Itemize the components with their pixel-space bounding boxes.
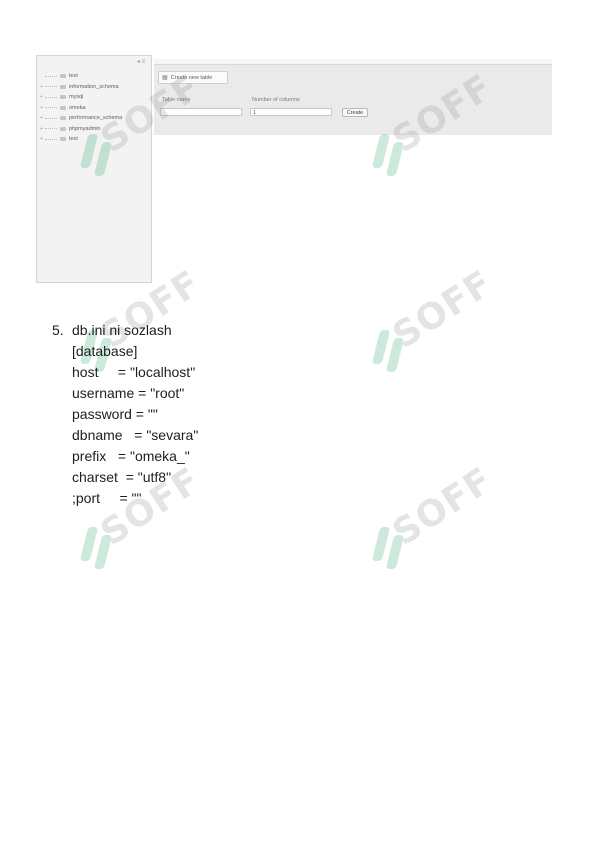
config-line: ;port = "" <box>72 490 142 506</box>
database-item[interactable]: test <box>40 71 122 82</box>
soff-watermark: SOFF <box>79 67 240 182</box>
tree-connector <box>45 107 57 109</box>
database-item[interactable]: + information_schema <box>40 82 122 93</box>
database-name: mysql <box>69 94 84 101</box>
tree-connector <box>45 138 57 140</box>
instruction-step: 5. db.ini ni sozlash [database] host = "l… <box>52 320 198 509</box>
step-number: 5. <box>52 322 64 338</box>
database-icon <box>60 137 66 142</box>
config-line: [database] <box>72 343 138 359</box>
database-icon <box>60 116 66 121</box>
columns-label: Number of columns <box>252 97 300 103</box>
instruction-list: 5. db.ini ni sozlash [database] host = "l… <box>52 320 198 509</box>
config-line: prefix = "omeka_" <box>72 448 190 464</box>
tree-connector <box>45 128 57 130</box>
database-name: test <box>69 73 78 80</box>
database-name: test <box>69 136 78 143</box>
tree-connector <box>45 117 57 119</box>
database-icon <box>60 105 66 110</box>
soff-watermark: SOFF <box>371 67 532 182</box>
top-bar <box>154 59 552 65</box>
database-icon <box>60 126 66 131</box>
create-button[interactable]: Create <box>342 108 368 117</box>
database-icon <box>60 74 66 79</box>
database-icon <box>60 95 66 100</box>
soff-watermark: SOFF <box>371 263 532 378</box>
collapse-icon[interactable]: ◂ ≡ <box>137 58 145 65</box>
config-block: [database] host = "localhost" username = "… <box>52 341 198 509</box>
database-icon <box>60 84 66 89</box>
tree-connector <box>45 86 57 88</box>
database-item[interactable]: + mysql <box>40 92 122 103</box>
database-name: omeka <box>69 104 86 111</box>
tree-connector <box>45 96 57 98</box>
config-line: username = "root" <box>72 385 185 401</box>
soff-watermark: SOFF <box>79 460 240 575</box>
config-line: password = "" <box>72 406 158 422</box>
database-name: information_schema <box>69 83 119 90</box>
tree-connector <box>45 75 57 77</box>
step-title: db.ini ni sozlash <box>72 322 172 338</box>
config-line: dbname = "sevara" <box>72 427 199 443</box>
config-line: host = "localhost" <box>72 364 196 380</box>
config-line: charset = "utf8" <box>72 469 172 485</box>
watermark-text: SOFF <box>385 459 501 554</box>
soff-watermark: SOFF <box>371 460 532 575</box>
columns-input[interactable]: 1 <box>250 108 332 116</box>
